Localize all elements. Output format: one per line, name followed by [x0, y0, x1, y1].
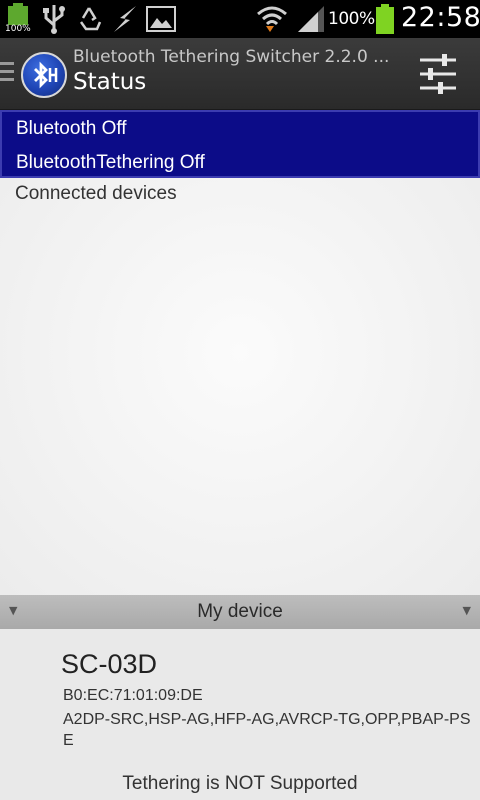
sliders-icon: [420, 54, 456, 94]
status-bar: 100% 100% 22:58: [0, 0, 480, 38]
app-subtitle: Bluetooth Tethering Switcher 2.2.0 ...: [73, 47, 390, 67]
main-content: Bluetooth Off BluetoothTethering Off Con…: [0, 110, 480, 595]
usb-icon: [42, 3, 66, 39]
my-device-panel: SC-03D B0:EC:71:01:09:DE A2DP-SRC,HSP-AG…: [0, 629, 480, 800]
signal-icon: [296, 5, 326, 37]
clock: 22:58: [401, 2, 480, 33]
device-profiles: A2DP-SRC,HSP-AG,HFP-AG,AVRCP-TG,OPP,PBAP…: [63, 711, 471, 749]
settings-button[interactable]: [410, 48, 466, 100]
wifi-icon: [256, 4, 288, 38]
device-mac-address: B0:EC:71:01:09:DE: [63, 687, 203, 704]
bluetooth-status[interactable]: Bluetooth Off: [16, 118, 127, 140]
drawer-indicator-icon[interactable]: [0, 62, 14, 86]
my-device-header[interactable]: ▼ My device ▼: [0, 595, 480, 629]
recycle-icon: [76, 5, 102, 35]
battery-percent: 100%: [328, 9, 375, 29]
app-logo[interactable]: [21, 52, 67, 98]
tethering-support-status: Tethering is NOT Supported: [122, 773, 358, 794]
battery-icon: [375, 4, 395, 38]
status-block[interactable]: Bluetooth Off BluetoothTethering Off: [0, 110, 480, 178]
image-icon: [146, 6, 176, 36]
tethering-status[interactable]: BluetoothTethering Off: [16, 152, 205, 174]
device-name: SC-03D: [61, 649, 158, 679]
my-device-header-label: My device: [197, 601, 283, 622]
collapse-arrow-right-icon: ▼: [462, 604, 471, 617]
battery-small-label: 100%: [5, 24, 31, 34]
page-title: Status: [73, 69, 147, 95]
bluetooth-icon: [34, 61, 58, 89]
bolt-icon: [112, 4, 138, 38]
connected-devices-label: Connected devices: [15, 183, 177, 204]
action-bar: Bluetooth Tethering Switcher 2.2.0 ... S…: [0, 38, 480, 110]
